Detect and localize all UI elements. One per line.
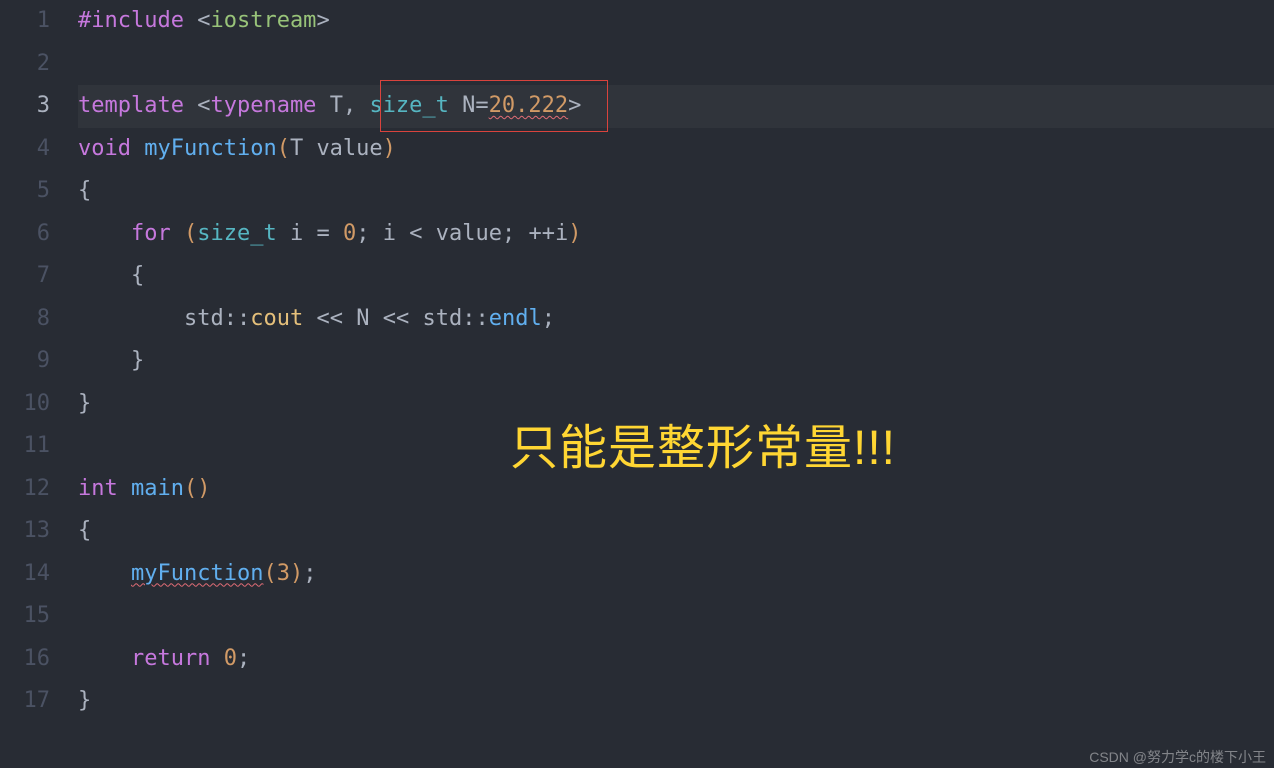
line-number: 3 — [0, 85, 50, 128]
line-number: 15 — [0, 595, 50, 638]
code-editor: 1234567891011121314151617 #include <iost… — [0, 0, 1274, 768]
code-line[interactable]: std::cout << N << std::endl; — [78, 298, 1274, 341]
code-line[interactable]: { — [78, 255, 1274, 298]
keyword-template: template — [78, 93, 184, 118]
error-value: 20.222 — [489, 93, 568, 118]
keyword-int: int — [78, 476, 118, 501]
keyword-return: return — [131, 646, 210, 671]
code-line[interactable] — [78, 43, 1274, 86]
line-number: 12 — [0, 468, 50, 511]
line-number: 4 — [0, 128, 50, 171]
keyword-void: void — [78, 136, 131, 161]
code-line[interactable]: { — [78, 510, 1274, 553]
keyword-typename: typename — [210, 93, 316, 118]
line-number: 13 — [0, 510, 50, 553]
code-line[interactable]: void myFunction(T value) — [78, 128, 1274, 171]
function-main: main — [131, 476, 184, 501]
line-number: 11 — [0, 425, 50, 468]
line-number: 5 — [0, 170, 50, 213]
line-number: 14 — [0, 553, 50, 596]
line-number: 17 — [0, 680, 50, 723]
function-call: myFunction — [131, 561, 263, 586]
code-line[interactable] — [78, 425, 1274, 468]
code-line[interactable]: return 0; — [78, 638, 1274, 681]
cout: cout — [250, 306, 303, 331]
code-line[interactable]: int main() — [78, 468, 1274, 511]
line-number: 7 — [0, 255, 50, 298]
line-number: 9 — [0, 340, 50, 383]
line-number-gutter: 1234567891011121314151617 — [0, 0, 78, 768]
line-number: 6 — [0, 213, 50, 256]
code-line[interactable]: } — [78, 383, 1274, 426]
code-line[interactable]: } — [78, 340, 1274, 383]
code-area[interactable]: #include <iostream> template <typename T… — [78, 0, 1274, 768]
code-line-active[interactable]: template <typename T, size_t N=20.222> — [78, 85, 1274, 128]
watermark: CSDN @努力学c的楼下小王 — [1089, 750, 1266, 764]
line-number: 16 — [0, 638, 50, 681]
header-name: iostream — [210, 8, 316, 33]
keyword-for: for — [131, 221, 171, 246]
type-size_t: size_t — [369, 93, 448, 118]
function-name: myFunction — [144, 136, 276, 161]
line-number: 1 — [0, 0, 50, 43]
code-line[interactable]: { — [78, 170, 1274, 213]
line-number: 8 — [0, 298, 50, 341]
line-number: 2 — [0, 43, 50, 86]
code-line[interactable]: #include <iostream> — [78, 0, 1274, 43]
code-line[interactable]: for (size_t i = 0; i < value; ++i) — [78, 213, 1274, 256]
code-line[interactable] — [78, 595, 1274, 638]
code-line[interactable]: myFunction(3); — [78, 553, 1274, 596]
line-number: 10 — [0, 383, 50, 426]
endl: endl — [489, 306, 542, 331]
code-line[interactable]: } — [78, 680, 1274, 723]
preprocessor: #include — [78, 8, 184, 33]
